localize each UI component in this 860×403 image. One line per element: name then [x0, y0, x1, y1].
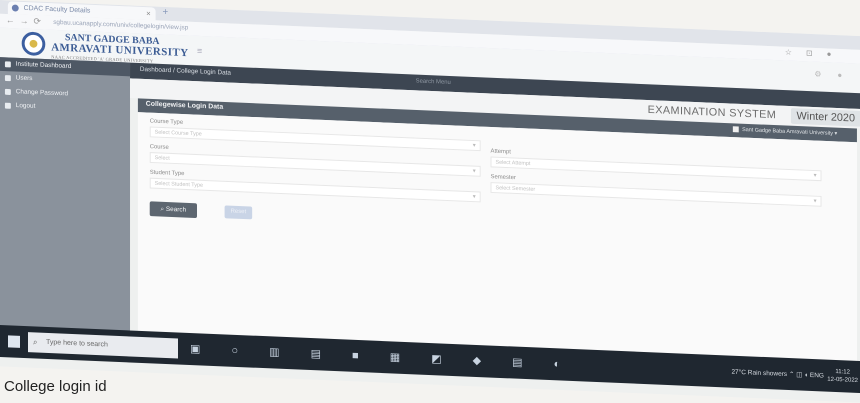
semester-value: Select Semester: [495, 185, 536, 193]
menu-toggle-icon[interactable]: ≡: [197, 46, 202, 56]
menu-search-input[interactable]: Search Menu: [416, 78, 451, 85]
weather-status[interactable]: 27°C Rain showers: [731, 369, 787, 378]
taskbar-search-input[interactable]: ⌕ Type here to search: [28, 332, 178, 359]
browser-toolbar-icons[interactable]: ☆ ⊡ ●: [785, 48, 837, 59]
university-logo: [21, 31, 46, 57]
semester-select[interactable]: Select Semester ▾: [490, 182, 822, 207]
attempt-value: Select Attempt: [495, 159, 531, 168]
filter-form: Course Type Select Course Type ▾ Course …: [137, 112, 857, 369]
language-indicator[interactable]: ENG: [810, 372, 824, 380]
sidebar-item-label: Logout: [15, 102, 36, 110]
semester-label: Semester: [490, 174, 516, 182]
user-menu[interactable]: Sant Gadge Baba Amravati University ▾: [733, 126, 837, 137]
tab-title: CDAC Faculty Details: [23, 4, 91, 15]
student-type-select[interactable]: Select Student Type ▾: [149, 177, 481, 203]
course-label: Course: [149, 144, 169, 151]
search-button[interactable]: ⌕ Search: [149, 201, 197, 219]
system-name: EXAMINATION SYSTEM: [647, 103, 777, 122]
course-value: Select: [154, 155, 170, 162]
breadcrumb[interactable]: Dashboard / College Login Data: [140, 66, 231, 77]
user-icon: [4, 75, 11, 82]
chevron-down-icon: ▾: [472, 168, 476, 175]
chevron-down-icon: ▾: [813, 198, 817, 205]
sidebar-item-label: Users: [15, 74, 33, 83]
sidebar-item-label: Change Password: [15, 88, 69, 98]
taskbar-search-placeholder: Type here to search: [46, 338, 108, 349]
student-type-label: Student Type: [149, 169, 185, 178]
reset-button[interactable]: Reset: [224, 205, 253, 220]
favicon-icon: [11, 4, 19, 12]
search-icon: ⌕: [33, 337, 38, 347]
windows-start-icon[interactable]: [8, 335, 20, 348]
taskbar-clock[interactable]: 11:12 12-05-2022: [827, 368, 858, 385]
forward-icon[interactable]: →: [20, 16, 29, 26]
system-tray[interactable]: 27°C Rain showers ⌃ ◫ ◖ ENG: [731, 368, 824, 380]
attempt-select[interactable]: Select Attempt ▾: [490, 156, 822, 182]
session-badge[interactable]: Winter 2020: [790, 107, 860, 127]
clock-date: 12-05-2022: [827, 376, 858, 384]
logout-icon: [4, 102, 11, 109]
back-icon[interactable]: ←: [6, 15, 15, 25]
key-icon: [4, 88, 11, 96]
course-type-value: Select Course Type: [154, 129, 202, 138]
course-select[interactable]: Select ▾: [149, 152, 481, 177]
new-tab-button[interactable]: +: [163, 7, 169, 18]
photo-caption: College login id: [4, 378, 107, 395]
user-icon: [733, 126, 740, 133]
sidebar: Institute Dashboard Users Change Passwor…: [0, 57, 131, 359]
page-title: Collegewise Login Data: [145, 100, 224, 111]
search-button-label: Search: [165, 205, 187, 214]
chevron-down-icon: ▾: [472, 194, 476, 201]
user-info-label: Sant Gadge Baba Amravati University ▾: [742, 127, 838, 137]
student-type-value: Select Student Type: [154, 180, 204, 189]
header-action-icons[interactable]: ⚙ ●: [814, 70, 849, 80]
tray-icons[interactable]: ⌃ ◫ ◖: [789, 371, 810, 379]
taskbar-app-icons[interactable]: ▣ ○ ▥ ▤ ■ ▦ ◩ ◆ ▤ ◐: [190, 342, 574, 371]
course-type-select[interactable]: Select Course Type ▾: [149, 126, 481, 152]
close-tab-icon[interactable]: ×: [146, 7, 151, 20]
course-type-label: Course Type: [149, 118, 184, 126]
reload-icon[interactable]: ⟳: [33, 16, 40, 27]
chevron-down-icon: ▾: [472, 142, 476, 149]
attempt-label: Attempt: [490, 148, 511, 156]
chevron-down-icon: ▾: [813, 172, 817, 180]
sidebar-item-label: Institute Dashboard: [15, 60, 72, 70]
home-icon: [4, 61, 11, 68]
